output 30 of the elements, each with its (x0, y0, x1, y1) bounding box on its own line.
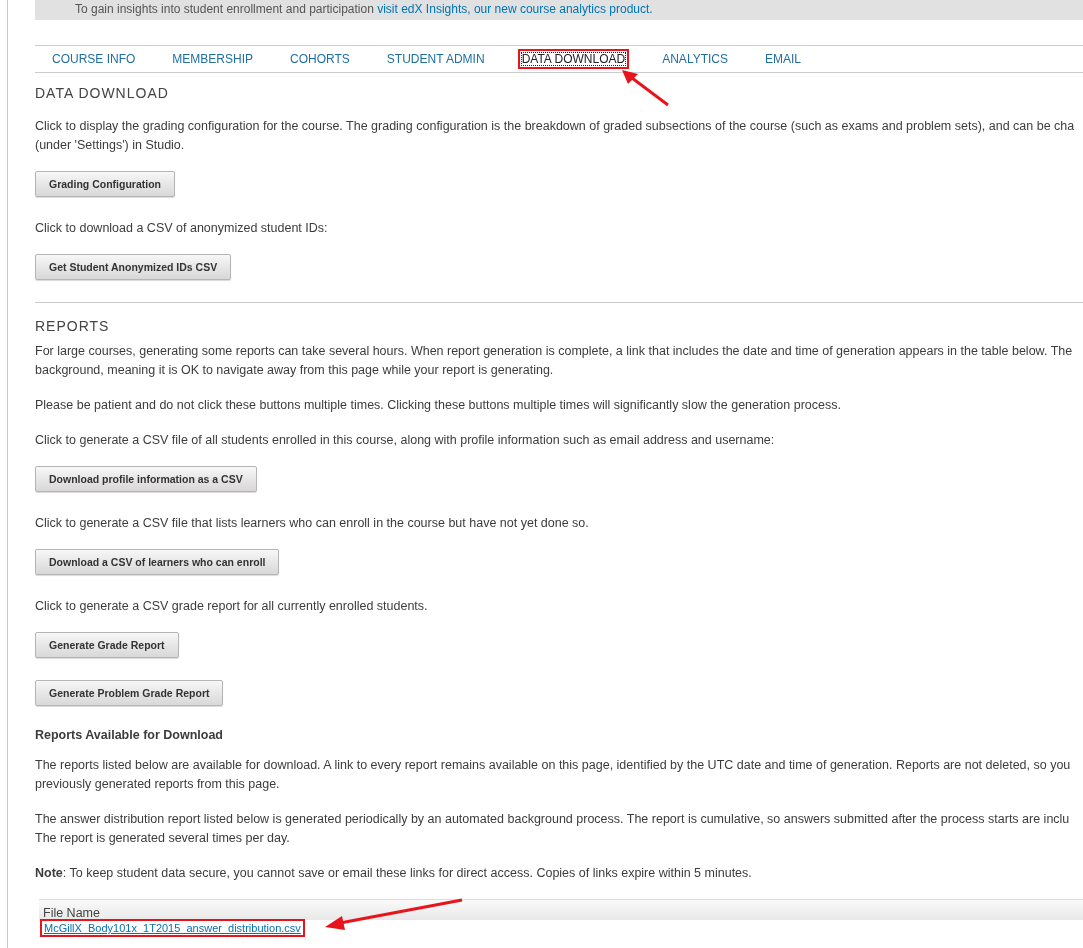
paragraph: Please be patient and do not click these buttons multiple times. Clicking these buttons multiple times will significantly slow the generation process. (35, 397, 842, 414)
subheading: Reports Available for Download (35, 728, 224, 742)
file-link[interactable]: McGillX_Body101x_1T2015_answer_distribution.csv (42, 921, 303, 935)
tab[interactable]: STUDENT ADMIN (384, 51, 487, 67)
action-button[interactable]: Get Student Anonymized IDs CSV (35, 254, 232, 280)
column-header: File Name (39, 899, 1083, 920)
section-heading: REPORTS (35, 318, 111, 334)
tab[interactable]: ANALYTICS (660, 51, 730, 67)
paragraph: For large courses, generating some reports can take several hours. When report generation is complete, a link that includes the date and time of generation appears in the table below. The background, meaning it is OK to navigate away from this page while your report is generating. (35, 343, 1074, 379)
insights-link[interactable]: visit edX Insights, our new course analytics product. (377, 2, 653, 16)
paragraph: The reports listed below are available for download. A link to every report remains available on this page, identified by the UTC date and time of generation. Reports are not deleted, so you previously generated reports from this page. (35, 757, 1072, 793)
paragraph: Click to generate a CSV file that lists learners who can enroll in the course but have not yet done so. (35, 515, 590, 532)
action-button[interactable]: Generate Problem Grade Report (35, 680, 224, 706)
action-button[interactable]: Grading Configuration (35, 171, 175, 197)
paragraph: Click to display the grading configuration for the course. The grading configuration is the breakdown of graded subsections of the course (such as exams and problem sets), and can be cha (under 'Settings') in Studio. (35, 118, 1076, 154)
tab[interactable]: COHORTS (288, 51, 352, 67)
tab[interactable]: DATA DOWNLOAD (519, 51, 628, 67)
paragraph: Note: To keep student data secure, you cannot save or email these links for direct access. Copies of links expire within 5 minutes. (35, 865, 753, 882)
section-heading: DATA DOWNLOAD (35, 85, 170, 101)
notice-text: To gain insights into student enrollment and participation visit edX Insights, our new course analytics product. (75, 1, 654, 16)
paragraph: The answer distribution report listed below is generated periodically by an automated background process. The report is cumulative, so answers submitted after the process starts are inclu The report is generated several times per day. (35, 811, 1071, 847)
action-button[interactable]: Download profile information as a CSV (35, 466, 257, 492)
action-button[interactable]: Generate Grade Report (35, 632, 179, 658)
action-button[interactable]: Download a CSV of learners who can enroll (35, 549, 280, 575)
tab[interactable]: COURSE INFO (50, 51, 138, 67)
paragraph: Click to download a CSV of anonymized student IDs: (35, 220, 329, 237)
tab[interactable]: MEMBERSHIP (170, 51, 256, 67)
paragraph: Click to generate a CSV file of all students enrolled in this course, along with profile information such as email address and username: (35, 432, 776, 449)
paragraph: Click to generate a CSV grade report for all currently enrolled students. (35, 598, 429, 615)
tab[interactable]: EMAIL (763, 51, 803, 67)
